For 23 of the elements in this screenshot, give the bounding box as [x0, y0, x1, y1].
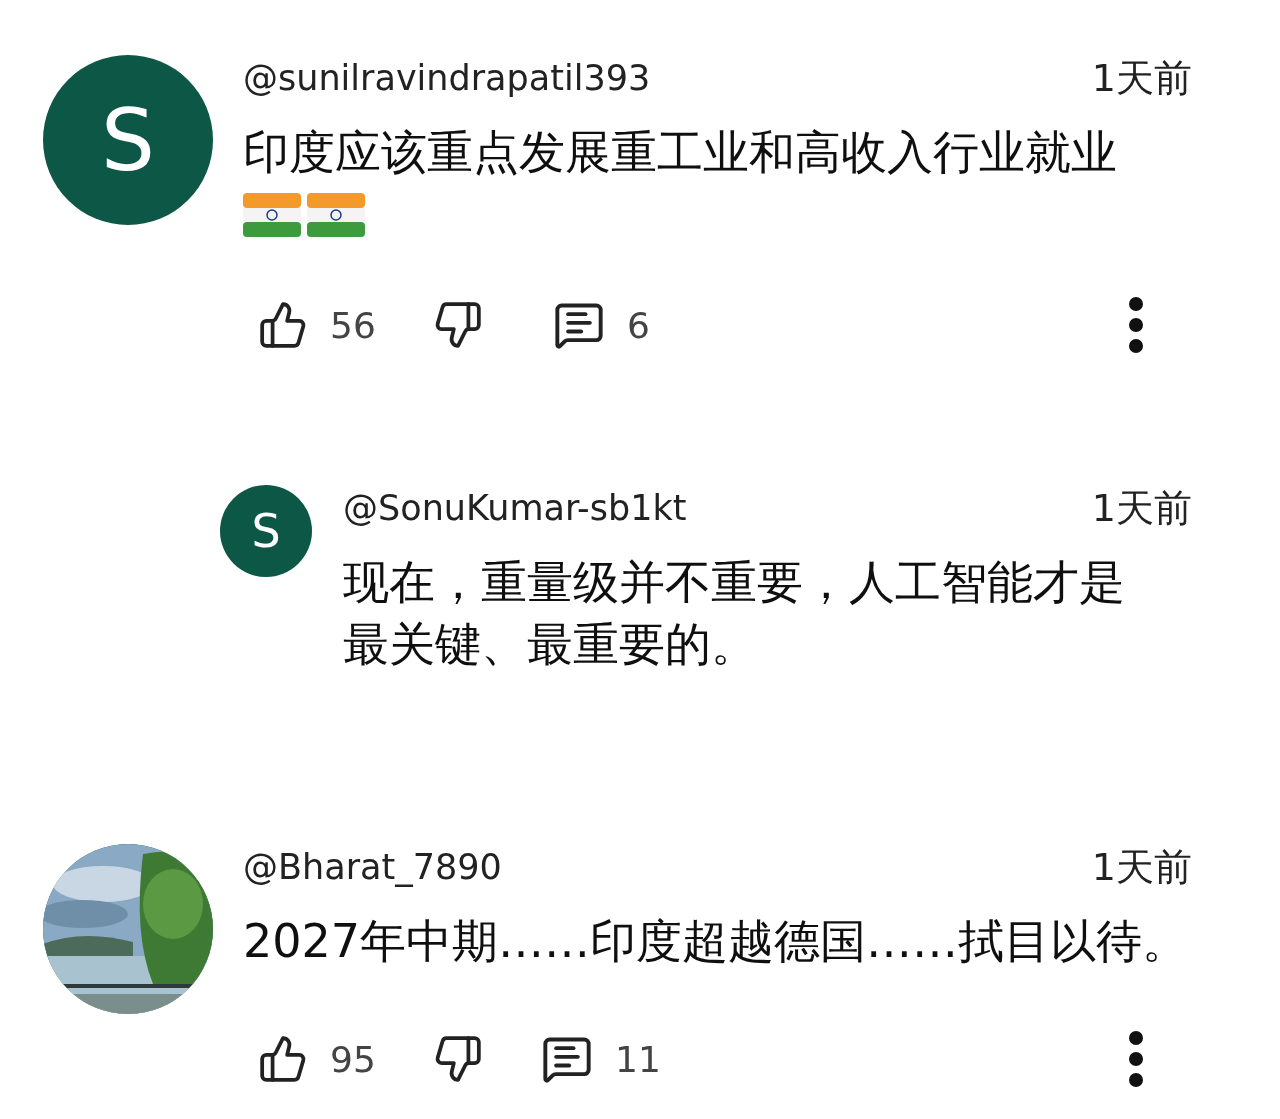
like-button[interactable]	[258, 1034, 308, 1084]
flag-icon	[243, 193, 301, 237]
username[interactable]: @Bharat_7890	[243, 847, 502, 887]
dislike-button[interactable]	[433, 1034, 483, 1084]
dislike-button[interactable]	[433, 300, 483, 350]
more-icon[interactable]	[1128, 296, 1144, 354]
reply-count: 11	[615, 1038, 661, 1080]
like-button[interactable]	[258, 300, 308, 350]
reply-count: 6	[627, 304, 650, 346]
more-icon[interactable]	[1128, 1030, 1144, 1088]
flag-icon	[307, 193, 365, 237]
like-count: 95	[330, 1038, 376, 1080]
timestamp: 1天前	[1091, 54, 1192, 102]
avatar[interactable]: S	[43, 55, 213, 225]
comment-text: 现在，重量级并不重要，人工智能才是最关键、最重要的。	[343, 554, 1126, 673]
timestamp: 1天前	[1091, 484, 1192, 532]
username[interactable]: @SonuKumar-sb1kt	[343, 488, 687, 528]
timestamp: 1天前	[1091, 843, 1192, 891]
like-count: 56	[330, 304, 376, 346]
comment-text: 2027年中期……印度超越德国……拭目以待。	[243, 913, 1190, 970]
comment-text: 印度应该重点发展重工业和高收入行业就业	[243, 124, 1118, 181]
avatar[interactable]: S	[220, 485, 312, 577]
username[interactable]: @sunilravindrapatil393	[243, 58, 651, 98]
